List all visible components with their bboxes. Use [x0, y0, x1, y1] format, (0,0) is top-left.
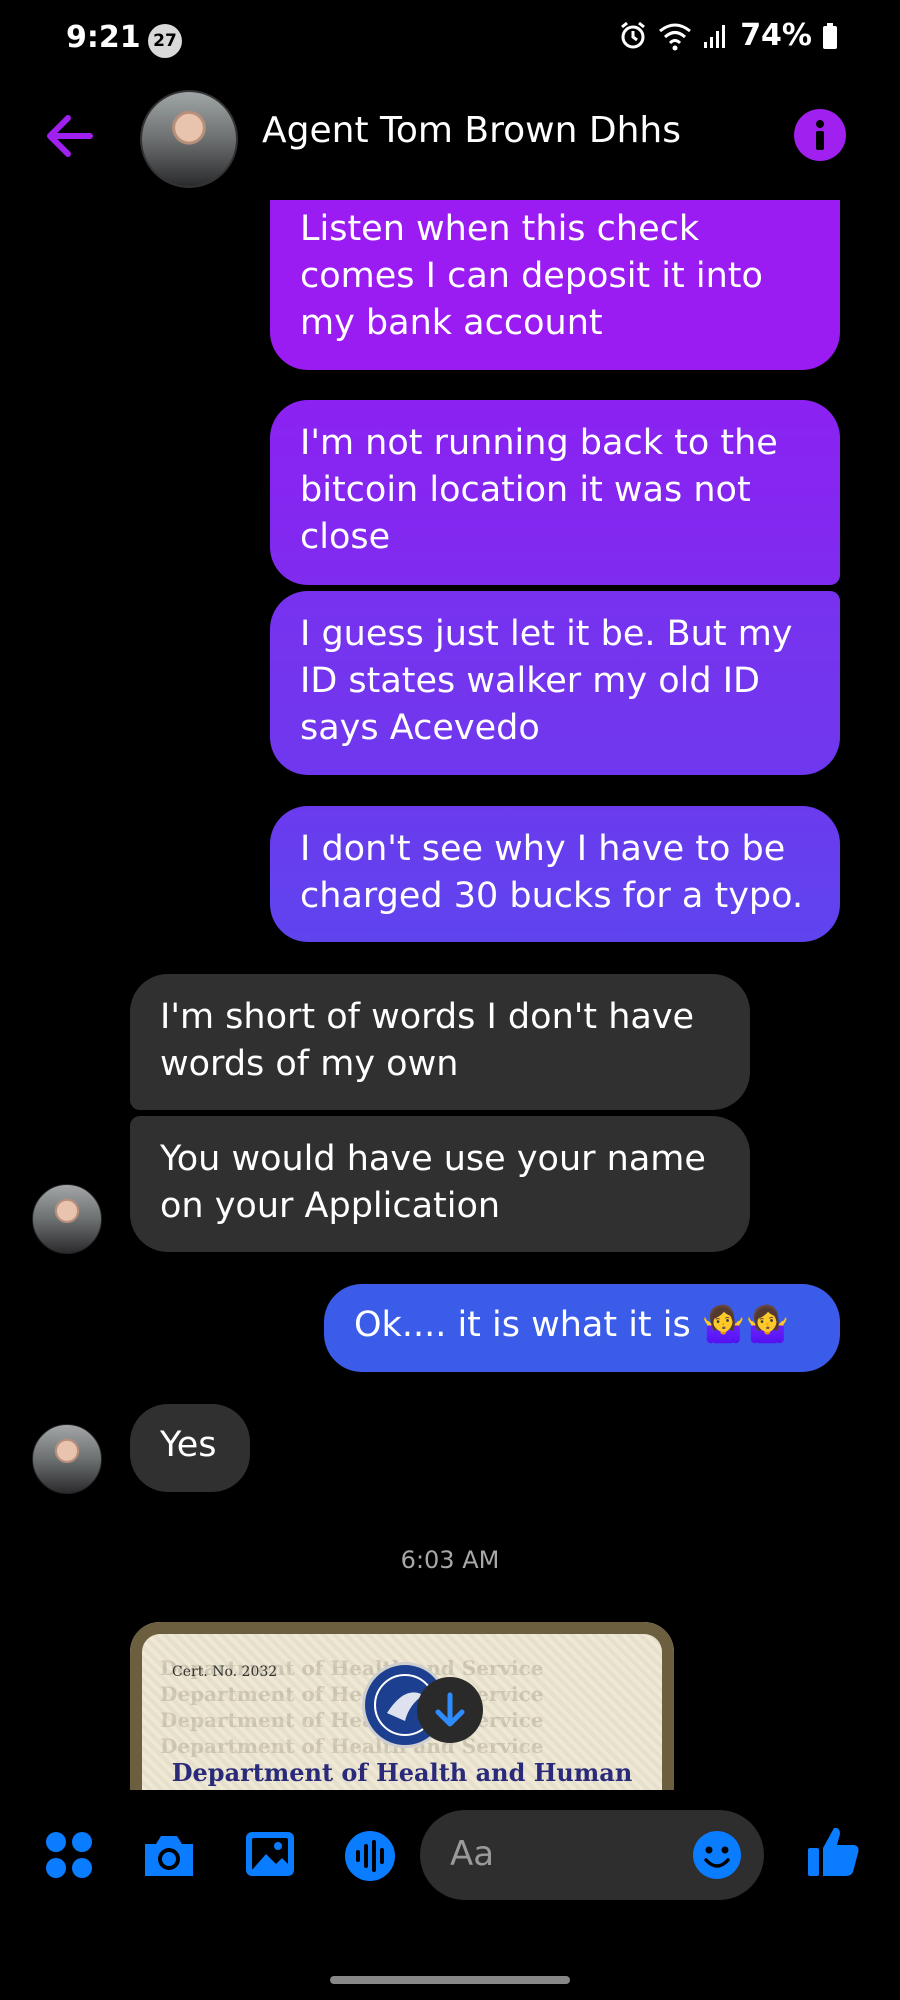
outgoing-message[interactable]: Ok.... it is what it is 🤷‍♀️🤷‍♀️	[324, 1284, 840, 1372]
incoming-message[interactable]: You would have use your name on your App…	[130, 1116, 750, 1252]
status-icons: 74%	[618, 18, 838, 53]
outgoing-message-text: Ok.... it is what it is 🤷‍♀️🤷‍♀️	[354, 1305, 790, 1345]
apps-menu-button[interactable]	[44, 1830, 94, 1884]
arrow-down-icon	[435, 1692, 465, 1727]
outgoing-message[interactable]: I'm not running back to the bitcoin loca…	[270, 400, 840, 585]
battery-icon	[823, 22, 837, 49]
like-button[interactable]	[806, 1824, 862, 1880]
certificate-number: Cert. No. 2032	[172, 1664, 278, 1680]
battery-percentage: 74%	[740, 18, 812, 53]
certificate-title: Department of Health and Human	[171, 1758, 633, 1787]
emoji-button[interactable]	[692, 1830, 742, 1880]
message-input-placeholder: Aa	[450, 1834, 495, 1874]
message-composer: Aa	[0, 1800, 900, 1910]
info-icon	[816, 120, 824, 150]
microphone-wave-icon	[345, 1831, 395, 1881]
contact-avatar-small[interactable]	[32, 1184, 102, 1254]
contact-name[interactable]: Agent Tom Brown Dhhs	[262, 110, 681, 151]
signal-icon	[704, 24, 726, 48]
contact-avatar[interactable]	[140, 90, 238, 188]
gallery-button[interactable]	[244, 1830, 296, 1884]
scroll-to-bottom-button[interactable]	[417, 1677, 483, 1743]
home-indicator[interactable]	[330, 1976, 570, 1984]
back-arrow-icon	[47, 115, 93, 157]
outgoing-message[interactable]: I guess just let it be. But my ID states…	[270, 591, 840, 775]
grid-dots-icon	[46, 1832, 92, 1878]
message-timestamp: 6:03 AM	[400, 1546, 500, 1574]
incoming-message[interactable]: I'm short of words I don't have words of…	[130, 974, 750, 1110]
outgoing-message[interactable]: Listen when this check comes I can depos…	[270, 200, 840, 370]
status-time: 9:21	[66, 20, 141, 55]
thumbs-up-icon	[808, 1827, 859, 1876]
camera-button[interactable]	[140, 1830, 198, 1884]
voice-message-button[interactable]	[344, 1830, 396, 1886]
status-bar: 9:21 27 74%	[0, 0, 900, 80]
alarm-icon	[621, 21, 646, 48]
image-icon	[246, 1832, 294, 1876]
camera-icon	[145, 1836, 193, 1876]
outgoing-message[interactable]: I don't see why I have to be charged 30 …	[270, 806, 840, 942]
wifi-icon	[659, 23, 692, 50]
message-input[interactable]: Aa	[420, 1810, 764, 1900]
info-button[interactable]	[794, 109, 846, 161]
incoming-message[interactable]: Yes	[130, 1404, 250, 1492]
certificate-image-attachment[interactable]: Department of Health and Service Departm…	[130, 1622, 674, 1790]
contact-avatar-small[interactable]	[32, 1424, 102, 1494]
smiley-icon	[693, 1831, 741, 1879]
back-button[interactable]	[40, 110, 100, 162]
notification-count-badge: 27	[148, 24, 182, 58]
conversation-header: Agent Tom Brown Dhhs	[0, 82, 900, 192]
